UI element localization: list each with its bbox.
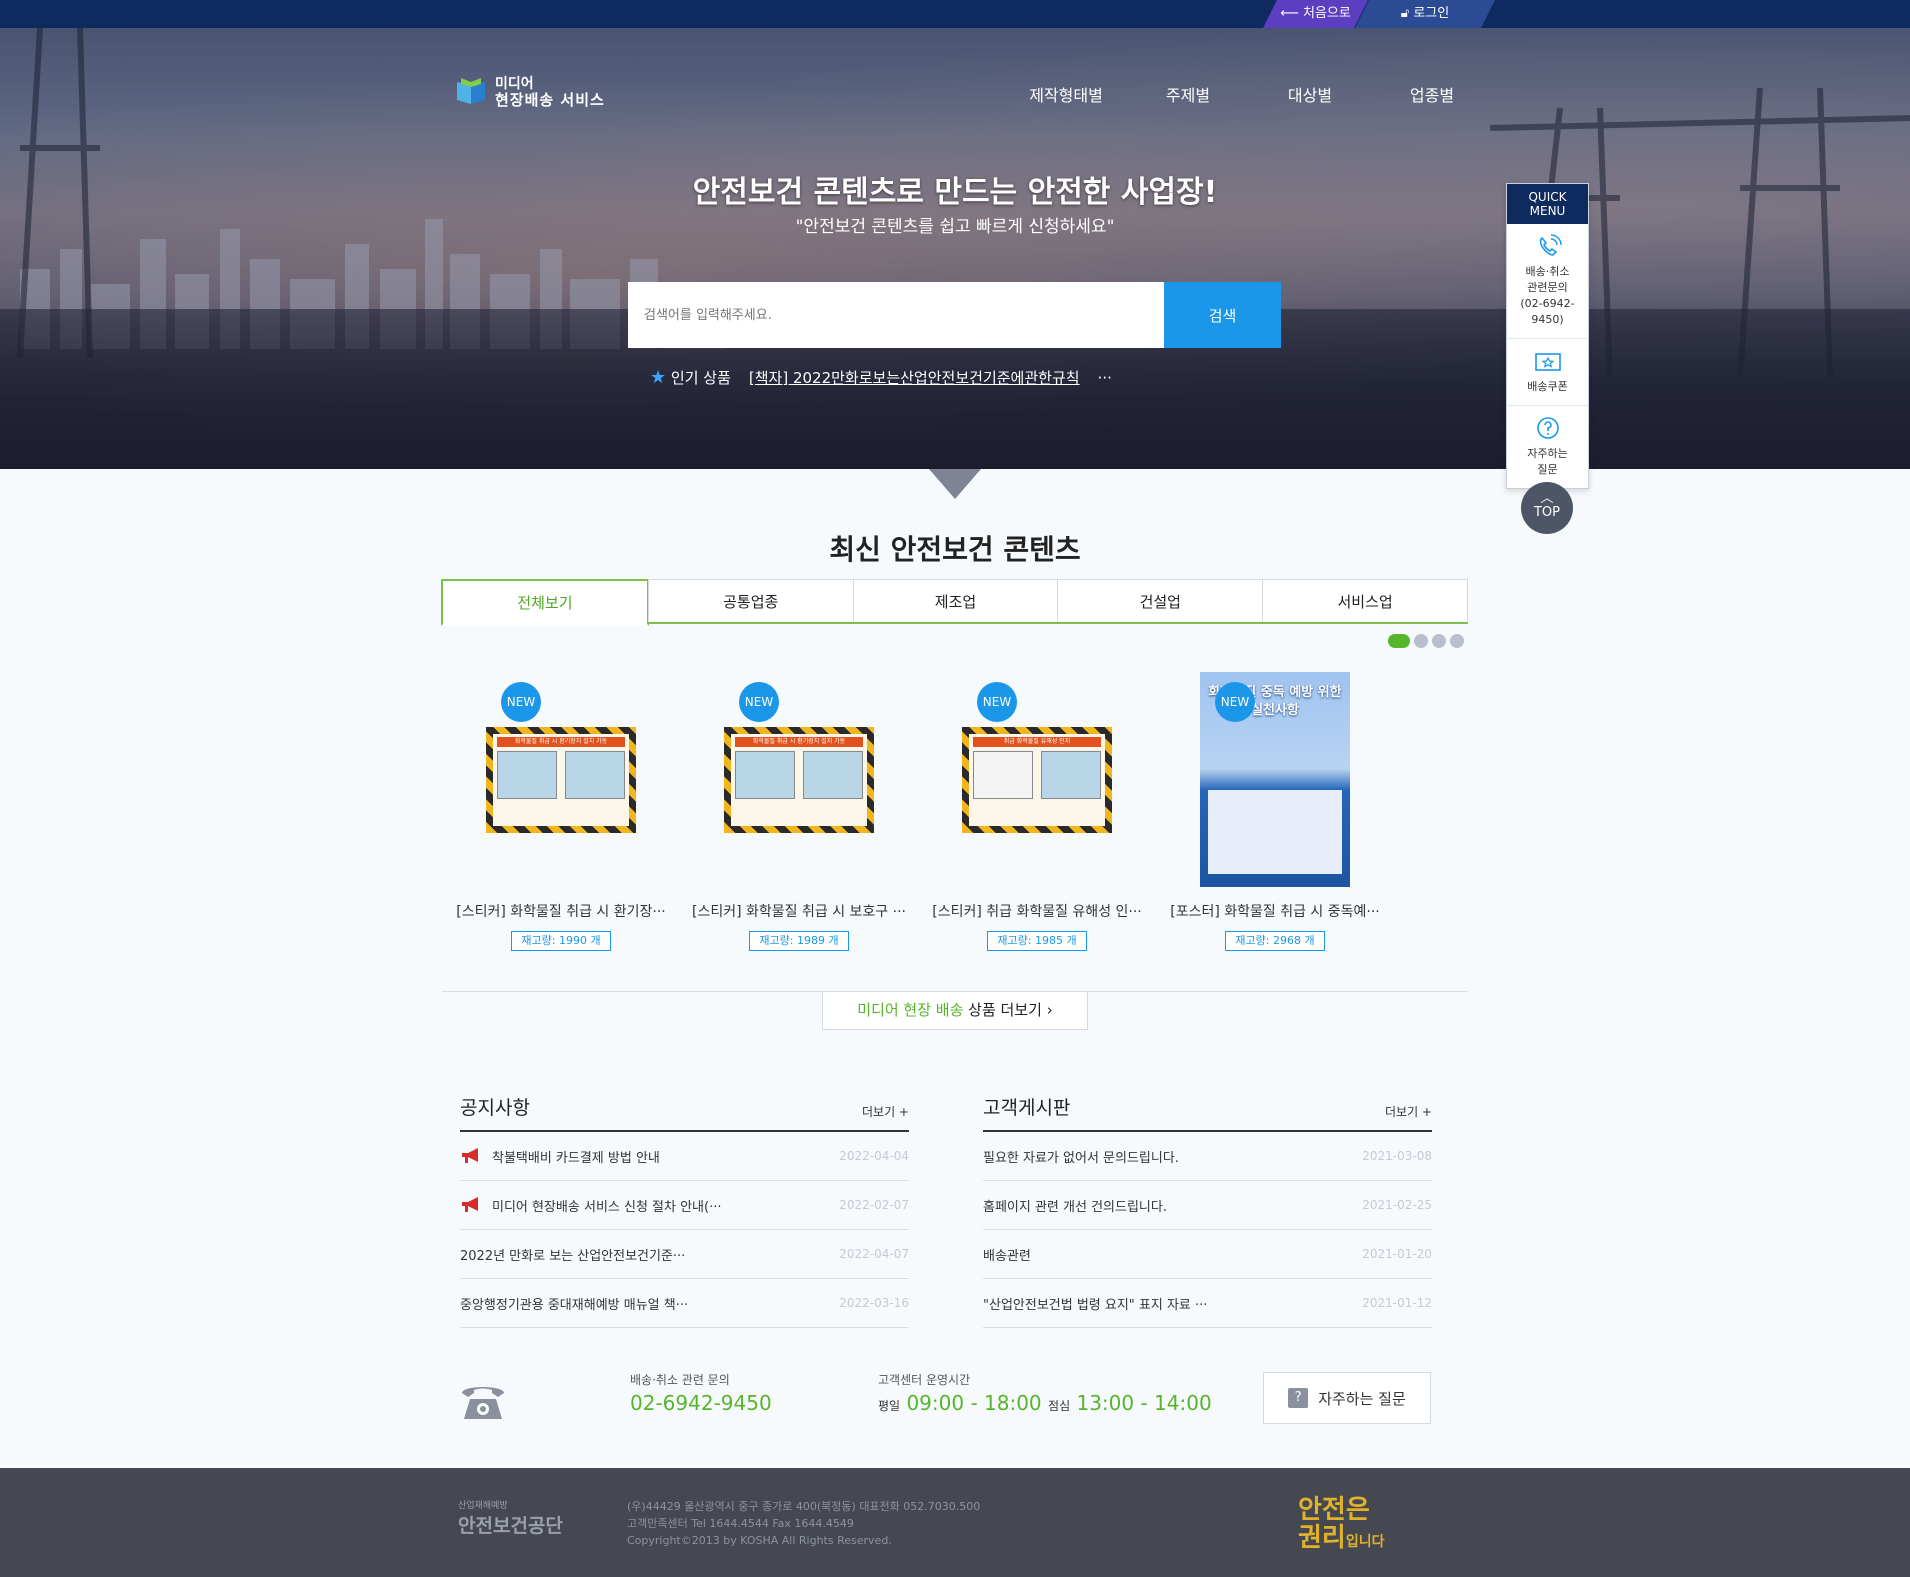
nav-topic[interactable]: 주제별 xyxy=(1127,82,1249,106)
main-nav: 제작형태별 주제별 대상별 업종별 xyxy=(1005,82,1493,106)
latest-contents-title: 최신 안전보건 콘텐츠 xyxy=(829,533,1081,566)
hero-title: 안전보건 콘텐츠로 만드는 안전한 사업장! xyxy=(692,175,1218,210)
star-icon: ★ xyxy=(650,367,667,388)
more-products-button[interactable]: 미디어 현장 배송 상품 더보기 › xyxy=(822,991,1088,1030)
delivery-phone: 02-6942-9450 xyxy=(630,1391,772,1415)
quick-menu-header: QUICK MENU xyxy=(1507,184,1588,224)
nav-production-type[interactable]: 제작형태별 xyxy=(1005,82,1127,106)
hero-subtitle: "안전보건 콘텐츠를 쉽고 빠르게 신청하세요" xyxy=(795,217,1115,237)
popular-label: ★ 인기 상품 xyxy=(650,367,731,388)
customer-row[interactable]: "산업안전보건법 법령 요지" 표지 자료 ··· 2021-01-12 xyxy=(983,1279,1432,1328)
faq-button[interactable]: ? 자주하는 질문 xyxy=(1263,1372,1431,1424)
question-icon xyxy=(1536,417,1559,439)
megaphone-icon xyxy=(462,1197,478,1212)
telephone-icon xyxy=(462,1387,504,1419)
customer-row[interactable]: 필요한 자료가 없어서 문의드립니다. 2021-03-08 xyxy=(983,1132,1432,1181)
product-card[interactable]: NEW 화학물질 중독 예방 위한 실천사항 [포스터] 화학물질 취급 시 중… xyxy=(1156,672,1394,951)
question-icon: ? xyxy=(1288,1388,1309,1408)
customer-row[interactable]: 홈페이지 관련 개선 건의드립니다. 2021-02-25 xyxy=(983,1181,1432,1230)
coupon-icon xyxy=(1534,353,1561,371)
login-link[interactable]: 🔓︎ 로그인 xyxy=(1355,0,1495,28)
stock-badge: 재고량: 1985 개 xyxy=(987,931,1087,951)
product-name[interactable]: [스티커] 취급 화학물질 유해성 인··· xyxy=(918,901,1156,921)
notice-title: 공지사항 xyxy=(460,1097,530,1119)
category-tabs: 전체보기 공통업종 제조업 건설업 서비스업 xyxy=(441,579,1468,626)
phone-call-icon xyxy=(1539,234,1562,256)
product-name[interactable]: [포스터] 화학물질 취급 시 중독예··· xyxy=(1156,901,1394,921)
footer: 산업재해예방 안전보건공단 (우)44429 울산광역시 중구 종가로 400(… xyxy=(0,1468,1910,1577)
tab-construction[interactable]: 건설업 xyxy=(1057,579,1264,622)
notice-row[interactable]: 중앙행정기관용 중대재해예방 매뉴얼 책··· 2022-03-16 xyxy=(460,1279,909,1328)
nav-target[interactable]: 대상별 xyxy=(1249,82,1371,106)
popular-item-link[interactable]: [책자] 2022만화로보는산업안전보건기준에관한규칙 xyxy=(749,367,1080,388)
quick-delivery-inquiry[interactable]: 배송·취소 관련문의 (02-6942-9450) xyxy=(1507,224,1588,339)
tab-service[interactable]: 서비스업 xyxy=(1262,579,1468,622)
hero-pointer-arrow xyxy=(929,469,981,499)
footer-info: (우)44429 울산광역시 중구 종가로 400(북정동) 대표전화 052.… xyxy=(627,1500,981,1547)
stock-badge: 재고량: 1989 개 xyxy=(749,931,849,951)
search-bar: 검색 xyxy=(628,282,1281,348)
customer-board: 고객게시판 더보기 + 필요한 자료가 없어서 문의드립니다. 2021-03-0… xyxy=(983,1093,1432,1328)
stock-badge: 재고량: 1990 개 xyxy=(511,931,611,951)
product-name[interactable]: [스티커] 화학물질 취급 시 보호구 ··· xyxy=(680,901,918,921)
footer-logo: 산업재해예방 안전보건공단 xyxy=(458,1501,563,1537)
new-badge: NEW xyxy=(739,682,779,722)
product-card[interactable]: NEW 화학물질 취급 시 환기장치 설치 가동 [스티커] 화학물질 취급 시… xyxy=(442,672,680,951)
quick-menu: QUICK MENU 배송·취소 관련문의 (02-6942-9450) 배송쿠폰 자… xyxy=(1506,183,1589,489)
product-image: 취급 화학물질 유해성 인지 xyxy=(962,726,1112,833)
tab-manufacturing[interactable]: 제조업 xyxy=(852,579,1059,622)
hero-banner: 미디어 현장배송 서비스 제작형태별 주제별 대상별 업종별 안전보건 콘텐츠로… xyxy=(0,28,1910,469)
customer-more-link[interactable]: 더보기 + xyxy=(1385,1103,1432,1120)
logo-line1: 미디어 xyxy=(495,76,534,92)
book-logo-icon xyxy=(457,78,485,104)
pager-dot[interactable] xyxy=(1388,634,1410,648)
notice-row[interactable]: 2022년 만화로 보는 산업안전보건기준··· 2022-04-07 xyxy=(460,1230,909,1279)
popular-more[interactable]: ··· xyxy=(1098,369,1112,387)
notice-board: 공지사항 더보기 + 착불택배비 카드결제 방법 안내 2022-04-04 미디… xyxy=(460,1093,909,1328)
delivery-inquiry-label: 배송·취소 관련 문의 xyxy=(630,1373,730,1387)
notice-more-link[interactable]: 더보기 + xyxy=(862,1103,909,1120)
hours-label: 고객센터 운영시간 xyxy=(878,1373,971,1387)
nav-industry[interactable]: 업종별 xyxy=(1371,82,1493,106)
new-badge: NEW xyxy=(501,682,541,722)
pager-dot[interactable] xyxy=(1450,634,1464,648)
notice-row[interactable]: 착불택배비 카드결제 방법 안내 2022-04-04 xyxy=(460,1132,909,1181)
home-link[interactable]: ⟵ 처음으로 xyxy=(1263,0,1368,28)
pager-dot[interactable] xyxy=(1432,634,1446,648)
customer-row[interactable]: 배송관련 2021-01-20 xyxy=(983,1230,1432,1279)
megaphone-icon xyxy=(462,1148,478,1163)
product-card[interactable]: NEW 화학물질 취급 시 환기장치 설치 가동 [스티커] 화학물질 취급 시… xyxy=(680,672,918,951)
popular-products: ★ 인기 상품 [책자] 2022만화로보는산업안전보건기준에관한규칙 ··· xyxy=(650,367,1112,388)
quick-delivery-coupon[interactable]: 배송쿠폰 xyxy=(1507,339,1588,406)
chevron-up-icon: ︿ xyxy=(1540,491,1554,506)
notice-row[interactable]: 미디어 현장배송 서비스 신청 절차 안내(··· 2022-02-07 xyxy=(460,1181,909,1230)
logo-line2: 현장배송 서비스 xyxy=(495,91,605,109)
site-logo[interactable]: 미디어 현장배송 서비스 xyxy=(455,76,605,108)
new-badge: NEW xyxy=(977,682,1017,722)
search-input[interactable] xyxy=(628,282,1164,348)
scroll-top-button[interactable]: ︿ TOP xyxy=(1521,482,1573,534)
pager-dot[interactable] xyxy=(1414,634,1428,648)
tab-all[interactable]: 전체보기 xyxy=(441,579,649,626)
new-badge: NEW xyxy=(1215,682,1255,722)
product-list: NEW 화학물질 취급 시 환기장치 설치 가동 [스티커] 화학물질 취급 시… xyxy=(442,672,1468,952)
product-image: 화학물질 취급 시 환기장치 설치 가동 xyxy=(486,726,636,833)
product-card[interactable]: NEW 취급 화학물질 유해성 인지 [스티커] 취급 화학물질 유해성 인··… xyxy=(918,672,1156,951)
footer-slogan: 안전은 권리입니다 xyxy=(1298,1495,1385,1553)
carousel-pager xyxy=(1388,634,1464,648)
business-hours: 평일 09:00 - 18:00 점심 13:00 - 14:00 xyxy=(878,1391,1212,1415)
product-name[interactable]: [스티커] 화학물질 취급 시 환기장··· xyxy=(442,901,680,921)
customer-title: 고객게시판 xyxy=(983,1097,1071,1119)
search-button[interactable]: 검색 xyxy=(1164,282,1281,348)
tab-common[interactable]: 공통업종 xyxy=(647,579,854,622)
stock-badge: 재고량: 2968 개 xyxy=(1225,931,1325,951)
product-image: 화학물질 취급 시 환기장치 설치 가동 xyxy=(724,726,874,833)
utility-bar: ⟵ 처음으로 🔓︎ 로그인 xyxy=(0,0,1910,28)
quick-faq[interactable]: 자주하는 질문 xyxy=(1507,406,1588,488)
